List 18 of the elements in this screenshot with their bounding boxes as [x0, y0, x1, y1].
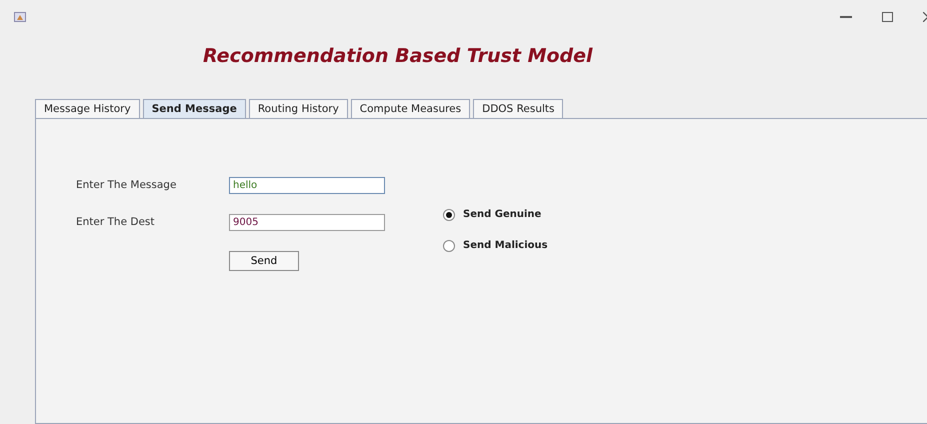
input-field[interactable]: 9005 [229, 214, 385, 231]
tab[interactable]: Compute Measures [350, 98, 470, 118]
radio-button[interactable] [443, 240, 455, 252]
window-title: Recommendation Based Trust Model [203, 44, 594, 67]
tab[interactable]: DDOS Results [473, 98, 564, 118]
maximize-icon[interactable] [882, 12, 893, 22]
radio-button[interactable] [443, 208, 455, 221]
input-field[interactable]: hello [229, 176, 385, 194]
field-label: Enter The Dest [76, 216, 156, 228]
field-label: Enter The Message [76, 179, 178, 192]
tab[interactable]: Routing History [248, 98, 348, 118]
minimize-icon[interactable] [840, 16, 852, 18]
send-button[interactable]: Send [229, 250, 299, 271]
app-icon [14, 12, 26, 22]
radio-label[interactable]: Send Malicious [463, 240, 548, 252]
tab[interactable]: Send Message [142, 98, 246, 118]
radio-label[interactable]: Send Genuine [463, 209, 542, 220]
tab[interactable]: Message History [35, 98, 140, 118]
